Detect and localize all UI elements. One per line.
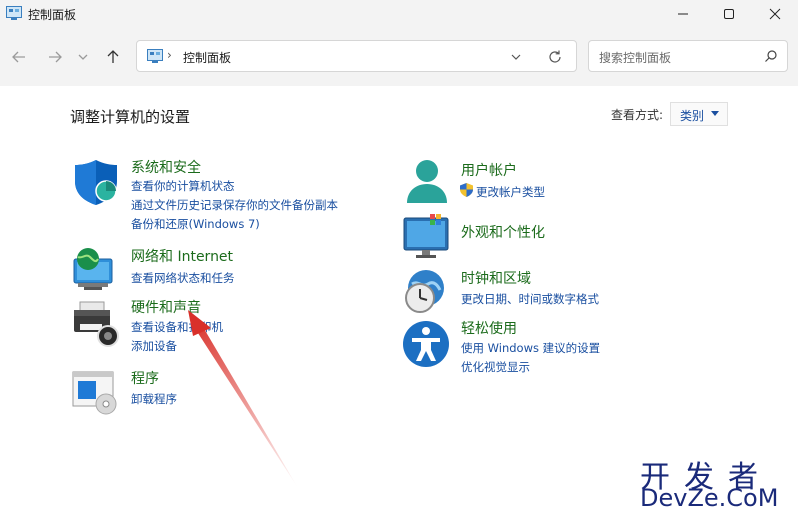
watermark-domain: DevZe.CoM: [640, 484, 779, 512]
up-button[interactable]: [102, 46, 124, 68]
category-title-network-internet[interactable]: 网络和 Internet: [131, 246, 233, 266]
link-optimize-visual-display[interactable]: 优化视觉显示: [461, 359, 530, 375]
search-box[interactable]: 搜索控制面板: [588, 40, 788, 72]
link-view-computer-status[interactable]: 查看你的计算机状态: [131, 178, 235, 194]
programs-disc-icon[interactable]: [72, 368, 120, 416]
category-title-programs[interactable]: 程序: [131, 368, 159, 388]
link-add-device[interactable]: 添加设备: [131, 338, 177, 354]
monitor-icon[interactable]: [402, 212, 450, 260]
navigation-bar: › 控制面板 搜索控制面板: [0, 28, 798, 86]
link-devices-printers[interactable]: 查看设备和打印机: [131, 319, 223, 335]
maximize-button[interactable]: [706, 0, 752, 28]
category-title-hardware-sound[interactable]: 硬件和声音: [131, 297, 201, 317]
link-uninstall-program[interactable]: 卸载程序: [131, 391, 177, 407]
caret-down-icon: [711, 111, 719, 116]
user-icon[interactable]: [403, 157, 451, 205]
control-panel-icon: [147, 49, 163, 63]
uac-shield-icon: [460, 183, 473, 197]
search-icon[interactable]: [764, 49, 778, 63]
search-input[interactable]: 搜索控制面板: [599, 49, 671, 66]
title-bar: 控制面板: [0, 0, 798, 28]
accessibility-icon[interactable]: [402, 320, 450, 368]
network-globe-icon[interactable]: [70, 245, 118, 293]
link-change-account-type[interactable]: 更改帐户类型: [476, 184, 545, 200]
close-button[interactable]: [752, 0, 798, 28]
category-title-system-security[interactable]: 系统和安全: [131, 157, 201, 177]
recent-locations-button[interactable]: [74, 46, 92, 68]
minimize-icon: [678, 13, 688, 15]
forward-button[interactable]: [44, 46, 66, 68]
view-by-value[interactable]: 类别: [680, 107, 704, 124]
clock-globe-icon[interactable]: [402, 268, 450, 316]
breadcrumb-chevron-icon[interactable]: ›: [167, 48, 172, 62]
breadcrumb-control-panel[interactable]: 控制面板: [183, 49, 231, 66]
refresh-icon[interactable]: [547, 49, 563, 65]
chevron-down-icon[interactable]: [509, 50, 523, 64]
arrow-shaft: [196, 327, 298, 488]
arrow-left-icon: [12, 51, 25, 63]
minimize-button[interactable]: [660, 0, 706, 28]
link-view-network-status[interactable]: 查看网络状态和任务: [131, 270, 235, 286]
category-title-ease-of-access[interactable]: 轻松使用: [461, 318, 517, 338]
printer-icon[interactable]: [72, 300, 120, 348]
view-by-label: 查看方式:: [611, 108, 664, 122]
category-title-user-accounts[interactable]: 用户帐户: [461, 160, 517, 180]
link-windows-recommended-settings[interactable]: 使用 Windows 建议的设置: [461, 340, 600, 356]
close-icon: [769, 8, 781, 20]
category-title-appearance-personalization[interactable]: 外观和个性化: [461, 222, 545, 242]
control-panel-icon: [6, 6, 22, 20]
chevron-down-icon: [78, 54, 88, 60]
maximize-icon: [724, 9, 734, 19]
link-file-history-backup[interactable]: 通过文件历史记录保存你的文件备份副本: [131, 197, 338, 213]
address-bar[interactable]: › 控制面板: [136, 40, 577, 72]
window-title: 控制面板: [28, 8, 77, 22]
link-change-date-time-format[interactable]: 更改日期、时间或数字格式: [461, 291, 599, 307]
back-button[interactable]: [8, 46, 30, 68]
link-backup-restore[interactable]: 备份和还原(Windows 7): [131, 216, 260, 232]
arrow-up-icon: [107, 50, 119, 63]
category-title-clock-region[interactable]: 时钟和区域: [461, 268, 531, 288]
page-title: 调整计算机的设置: [70, 108, 191, 126]
shield-icon[interactable]: [72, 158, 120, 206]
arrow-right-icon: [49, 51, 62, 63]
view-by-dropdown[interactable]: 类别: [670, 102, 728, 126]
